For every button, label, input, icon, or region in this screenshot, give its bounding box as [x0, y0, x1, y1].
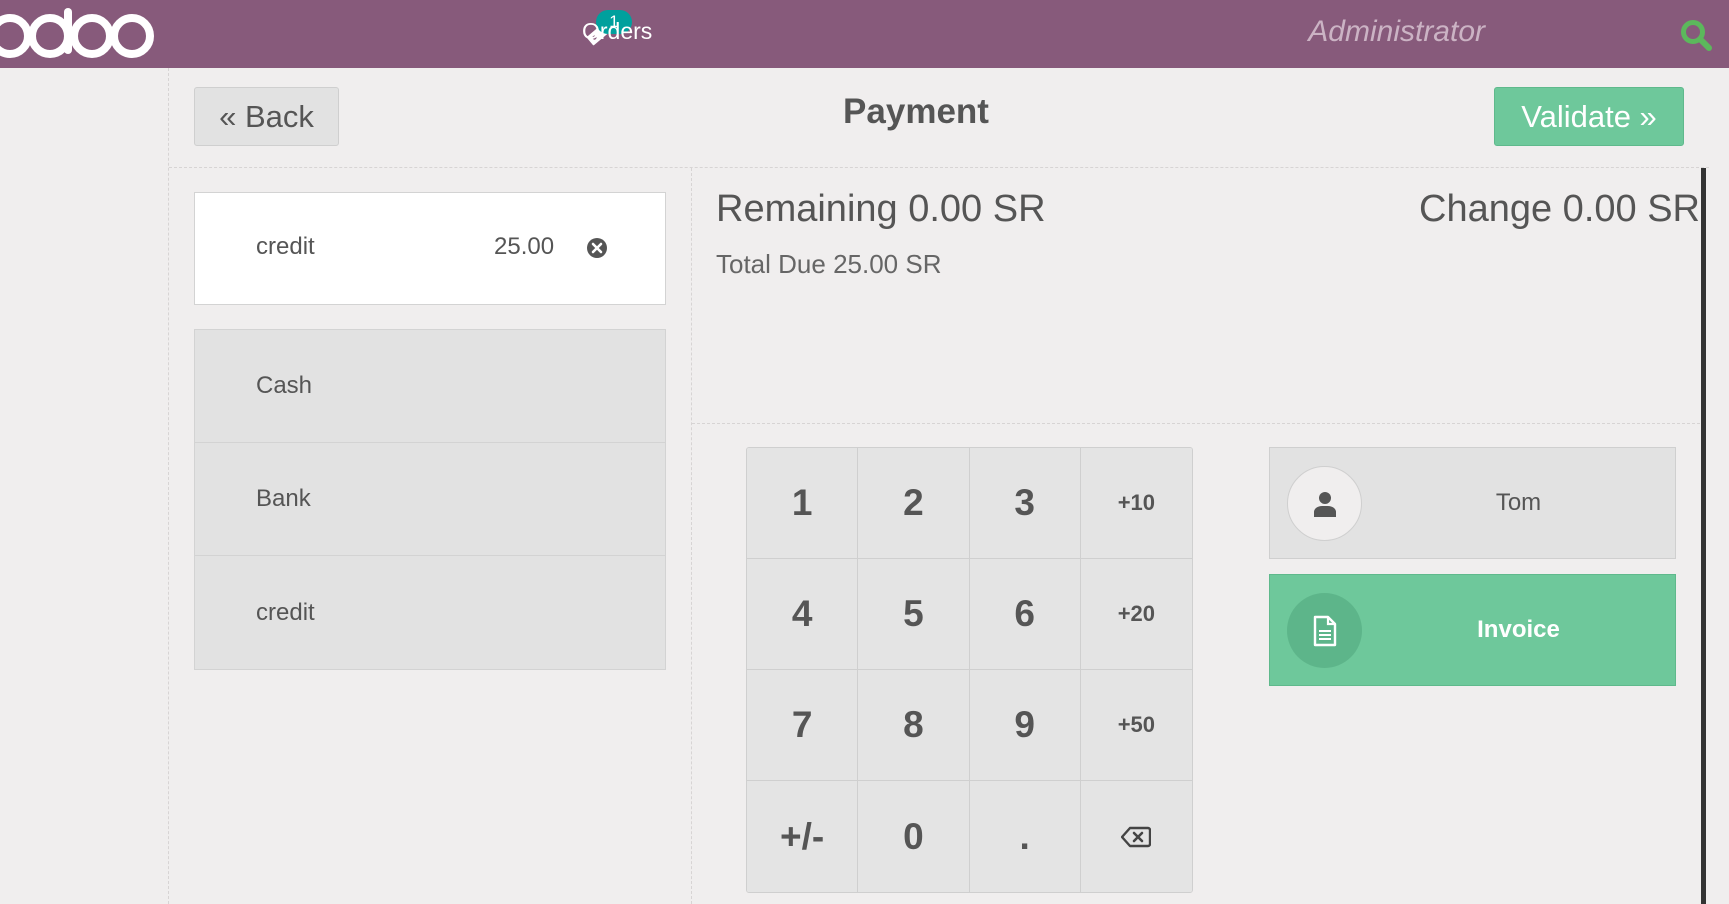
- total-due: Total Due 25.00 SR: [716, 249, 942, 279]
- payment-line[interactable]: credit 25.00: [194, 192, 666, 305]
- odoo-logo: [0, 4, 154, 64]
- numpad-key-5[interactable]: 5: [858, 559, 970, 670]
- payment-left-panel: credit 25.00 Cash Bank credit: [169, 168, 692, 904]
- change-amount: Change 0.00 SR: [1419, 188, 1700, 230]
- scrollbar-edge[interactable]: [1701, 168, 1706, 904]
- orders-label: Orders: [582, 18, 653, 44]
- numpad-key-3[interactable]: 3: [969, 448, 1081, 559]
- payment-method-bank[interactable]: Bank: [195, 443, 665, 556]
- invoice-button[interactable]: Invoice: [1269, 574, 1676, 686]
- remove-payment-icon[interactable]: [586, 237, 608, 259]
- payment-line-amount[interactable]: 25.00: [494, 233, 554, 261]
- customer-name: Tom: [1495, 489, 1542, 516]
- numpad-key-8[interactable]: 8: [858, 670, 970, 781]
- numpad-key-sign[interactable]: +/-: [747, 781, 859, 892]
- customer-avatar: [1287, 466, 1362, 541]
- numpad-key-plus50[interactable]: +50: [1080, 670, 1192, 781]
- numpad-key-plus20[interactable]: +20: [1080, 559, 1192, 670]
- numpad-key-4[interactable]: 4: [747, 559, 859, 670]
- payment-status: Remaining 0.00 SR Change 0.00 SR Total D…: [692, 168, 1700, 424]
- payment-method-list: Cash Bank credit: [194, 329, 666, 670]
- invoice-label: Invoice: [1477, 616, 1560, 643]
- numpad-key-1[interactable]: 1: [747, 448, 859, 559]
- odoo-logo-icon: [0, 8, 154, 58]
- payment-line-method: credit: [256, 233, 315, 260]
- user-name[interactable]: Administrator: [1308, 15, 1485, 49]
- numpad-key-plus10[interactable]: +10: [1080, 448, 1192, 559]
- payment-screen: « Back Payment Validate » credit 25.00 C…: [168, 68, 1709, 904]
- numpad-key-9[interactable]: 9: [969, 670, 1081, 781]
- numpad-key-backspace[interactable]: [1080, 781, 1192, 892]
- file-text-icon: [1313, 615, 1336, 646]
- payment-right-panel: Remaining 0.00 SR Change 0.00 SR Total D…: [692, 168, 1700, 904]
- remaining-amount: Remaining 0.00 SR: [716, 188, 1046, 230]
- user-icon: [1313, 491, 1336, 517]
- top-bar: 1 Orders Administrator: [0, 0, 1729, 68]
- numpad-key-0[interactable]: 0: [858, 781, 970, 892]
- numpad-key-decimal[interactable]: .: [969, 781, 1081, 892]
- numpad-key-7[interactable]: 7: [747, 670, 859, 781]
- validate-button[interactable]: Validate »: [1494, 87, 1684, 146]
- numpad: 1 2 3 +10 4 5 6 +20 7 8 9 +50 +/- 0 .: [746, 447, 1193, 893]
- backspace-icon: [1121, 826, 1152, 847]
- payment-method-credit[interactable]: credit: [195, 556, 665, 669]
- payment-method-cash[interactable]: Cash: [195, 330, 665, 443]
- numpad-key-2[interactable]: 2: [858, 448, 970, 559]
- numpad-key-6[interactable]: 6: [969, 559, 1081, 670]
- payment-header: « Back Payment Validate »: [169, 68, 1709, 168]
- invoice-icon-circle: [1287, 593, 1362, 668]
- page-title: Payment: [843, 92, 989, 131]
- customer-button[interactable]: Tom: [1269, 447, 1676, 559]
- search-icon[interactable]: [1679, 18, 1713, 52]
